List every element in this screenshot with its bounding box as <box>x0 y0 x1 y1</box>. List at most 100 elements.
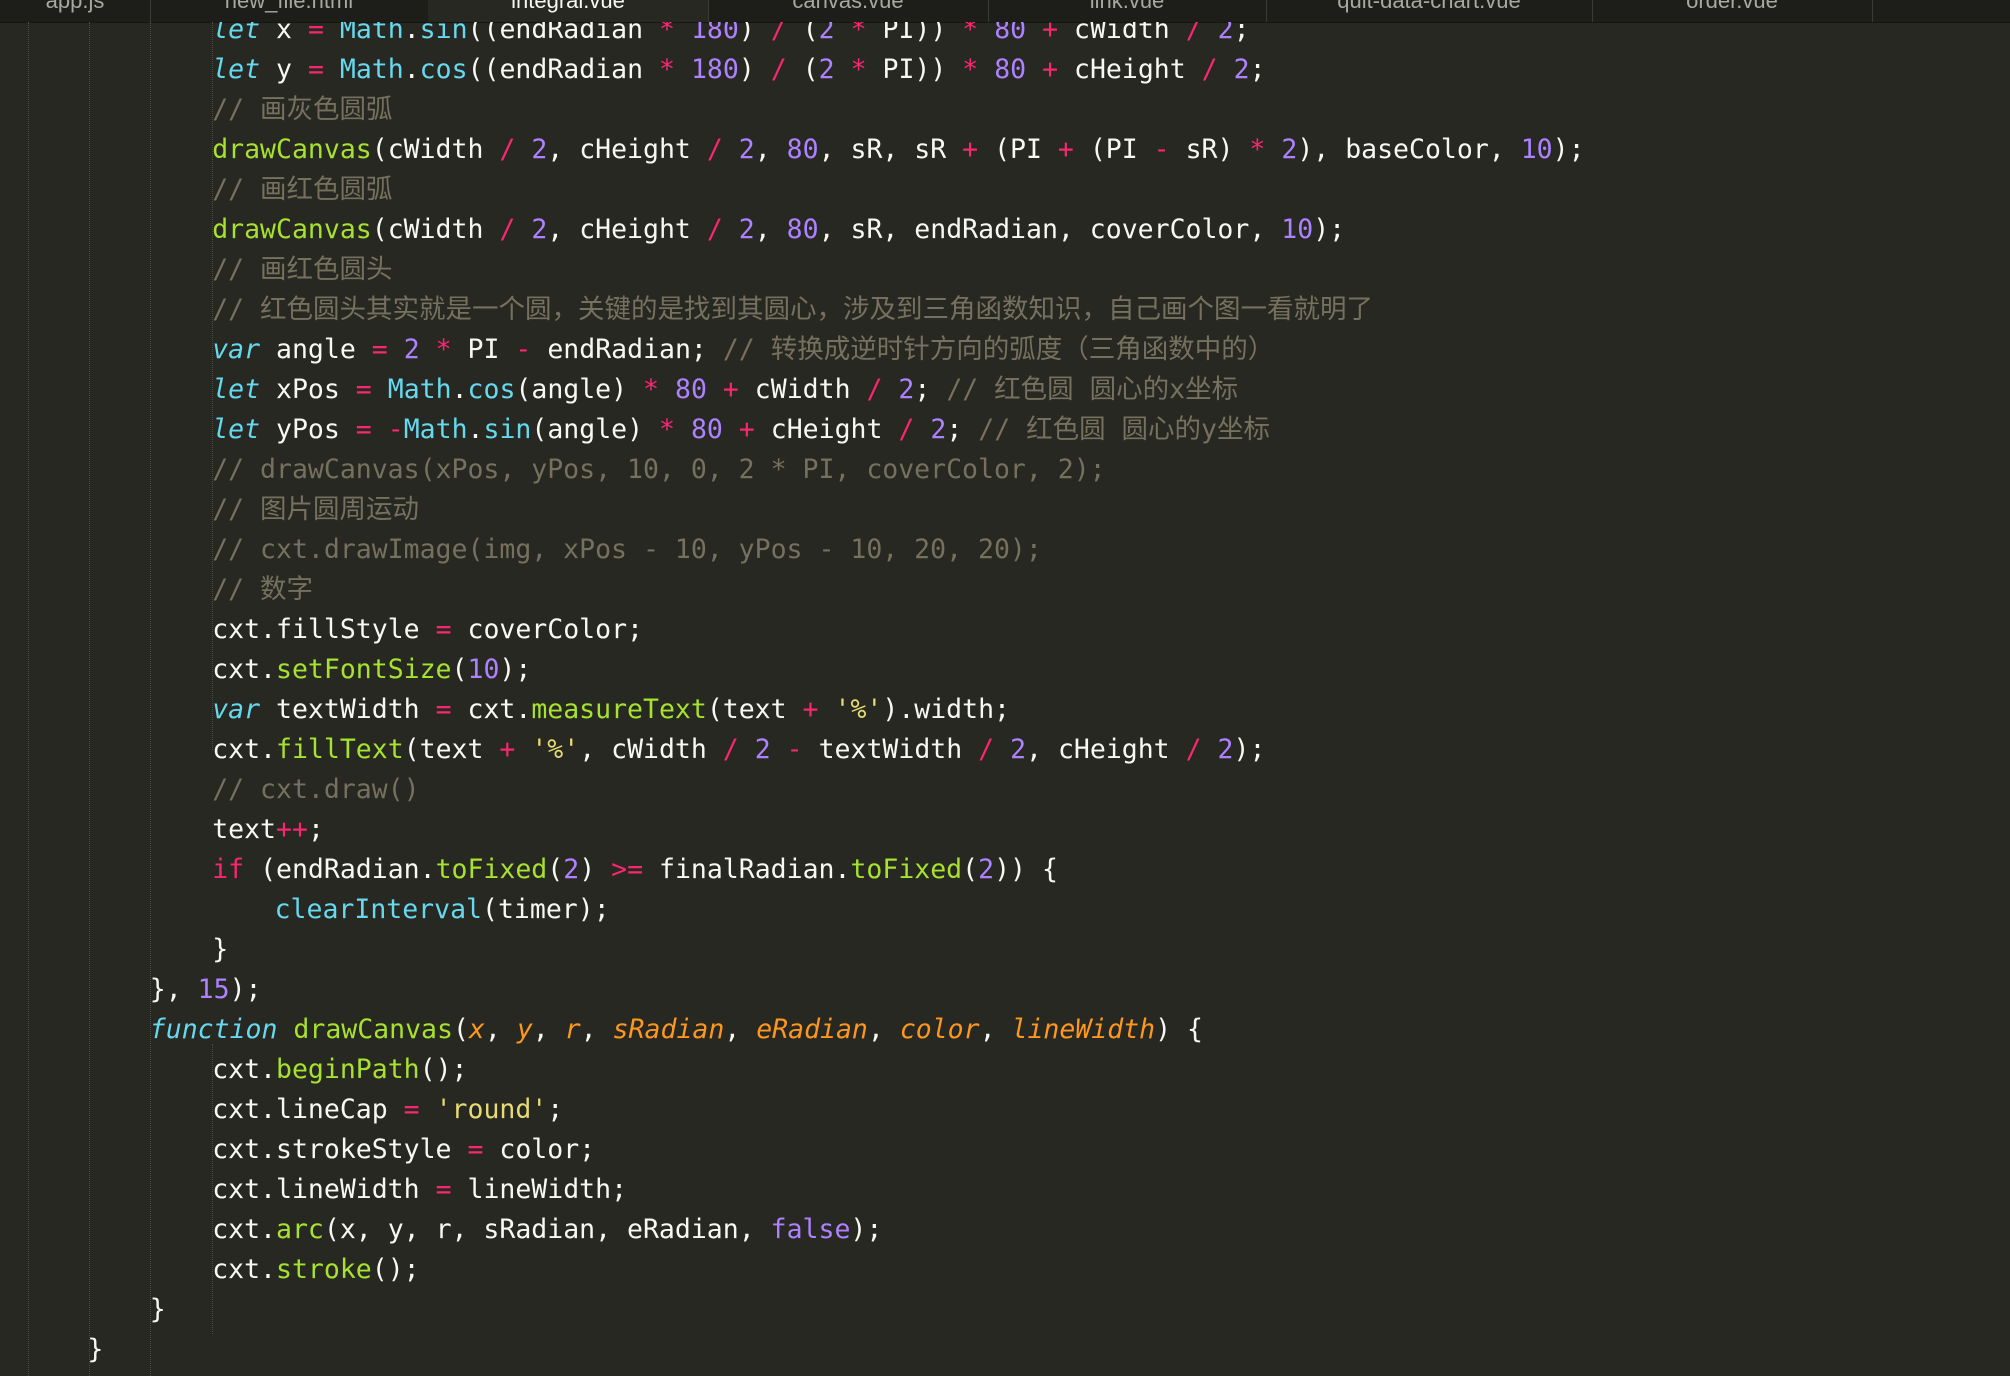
code-token: setFontSize <box>276 654 452 685</box>
tab-label: new_file.html <box>224 0 354 13</box>
code-token: / <box>722 734 739 765</box>
code-token: / <box>499 214 516 245</box>
code-token: = <box>355 374 372 405</box>
code-token: // 图片圆周运动 <box>212 494 420 525</box>
code-token: Math <box>339 22 404 45</box>
indent-guide <box>28 22 29 1376</box>
tab-4[interactable]: link.vue <box>988 0 1267 22</box>
code-line: cxt.beginPath(); <box>212 1050 467 1090</box>
code-token: ; <box>1249 54 1266 85</box>
code-token: // 红色圆 圆心的y坐标 <box>978 414 1271 445</box>
code-token: >= <box>611 854 644 885</box>
code-editor[interactable]: let x = Math.sin((endRadian * 180) / (2 … <box>0 22 2010 1376</box>
code-token: cxt.lineWidth <box>212 1174 436 1205</box>
code-line: cxt.stroke(); <box>212 1250 419 1290</box>
code-token: 2 <box>818 54 835 85</box>
code-token: cxt.fillStyle <box>212 614 436 645</box>
tab-0[interactable]: app.js <box>0 0 151 22</box>
code-token: drawCanvas <box>212 134 372 165</box>
code-token: + <box>962 134 979 165</box>
code-token: = <box>467 1134 484 1165</box>
code-token: , sR, endRadian, coverColor, <box>818 214 1282 245</box>
tab-1[interactable]: new_file.html <box>150 0 429 22</box>
code-token: , cHeight <box>547 214 707 245</box>
code-token: 2 <box>403 334 420 365</box>
code-token: x <box>468 1014 485 1045</box>
code-token: ); <box>1233 734 1266 765</box>
code-token: = <box>403 1094 420 1125</box>
code-token: ( <box>451 654 468 685</box>
code-token: // 红色圆 圆心的x坐标 <box>946 374 1239 405</box>
code-token: * <box>659 22 675 45</box>
code-line: } <box>87 1330 103 1370</box>
code-line: var textWidth = cxt.measureText(text + '… <box>212 690 1010 730</box>
code-line: // 画灰色圆弧 <box>212 90 392 130</box>
code-token: . <box>451 374 468 405</box>
code-token: ( <box>786 22 819 45</box>
code-token: + <box>1042 54 1059 85</box>
code-token: false <box>770 1214 851 1245</box>
code-token: color <box>899 1014 980 1045</box>
code-token: }, <box>149 974 198 1005</box>
code-token: (x, y, r, sRadian, eRadian, <box>323 1214 771 1245</box>
tab-5[interactable]: quit-data-chart.vue <box>1266 0 1593 22</box>
editor-tab-bar: app.js new_file.html integral.vue canvas.vu… <box>0 0 2010 23</box>
code-token: + <box>738 414 755 445</box>
code-line: cxt.setFontSize(10); <box>212 650 531 690</box>
code-token: + <box>722 374 739 405</box>
tab-2[interactable]: integral.vue <box>428 0 709 22</box>
code-token: ) <box>579 854 612 885</box>
tab-3[interactable]: canvas.vue <box>708 0 989 22</box>
code-token: // drawCanvas(xPos, yPos, 10, 0, 2 * PI,… <box>212 454 1106 485</box>
code-token: textWidth <box>802 734 979 765</box>
code-token: (PI <box>1073 134 1154 165</box>
code-token: 80 <box>994 22 1027 45</box>
code-token: // 数字 <box>212 574 314 605</box>
code-line: cxt.arc(x, y, r, sRadian, eRadian, false… <box>212 1210 882 1250</box>
code-token: stroke <box>276 1254 372 1285</box>
code-token: / <box>978 734 995 765</box>
code-token: clearInterval <box>274 894 483 925</box>
code-token: ); <box>1552 134 1585 165</box>
code-token: } <box>212 934 229 965</box>
code-token: function <box>149 1014 278 1045</box>
code-token: x <box>260 22 308 45</box>
code-token: Math <box>339 54 404 85</box>
code-token: ( <box>786 54 819 85</box>
code-token: 2 <box>978 854 995 885</box>
code-token: / <box>1185 734 1202 765</box>
code-token: ( <box>452 1014 469 1045</box>
code-token: ).width; <box>882 694 1010 725</box>
tab-label: app.js <box>45 0 105 13</box>
code-token: (timer); <box>482 894 610 925</box>
code-token: sin <box>419 22 468 45</box>
code-token: 180 <box>690 54 739 85</box>
code-token: (text <box>706 694 803 725</box>
code-line: cxt.fillText(text + '%', cWidth / 2 - te… <box>212 730 1265 770</box>
tab-6[interactable]: order.vue <box>1592 0 1873 22</box>
code-token: (text <box>403 734 500 765</box>
code-token: + <box>1057 134 1074 165</box>
code-token: , <box>724 1014 757 1045</box>
indent-guide <box>150 22 151 1376</box>
code-token: 2 <box>738 214 755 245</box>
code-token: + <box>499 734 516 765</box>
code-token: cWidth <box>1058 22 1186 45</box>
code-token: * <box>962 54 979 85</box>
code-token: 10 <box>1520 134 1553 165</box>
code-token: lineWidth; <box>451 1174 628 1205</box>
code-line: // cxt.draw() <box>212 770 419 810</box>
code-token: (cWidth <box>371 134 500 165</box>
code-token: ); <box>850 1214 883 1245</box>
code-token: Math <box>403 414 468 445</box>
